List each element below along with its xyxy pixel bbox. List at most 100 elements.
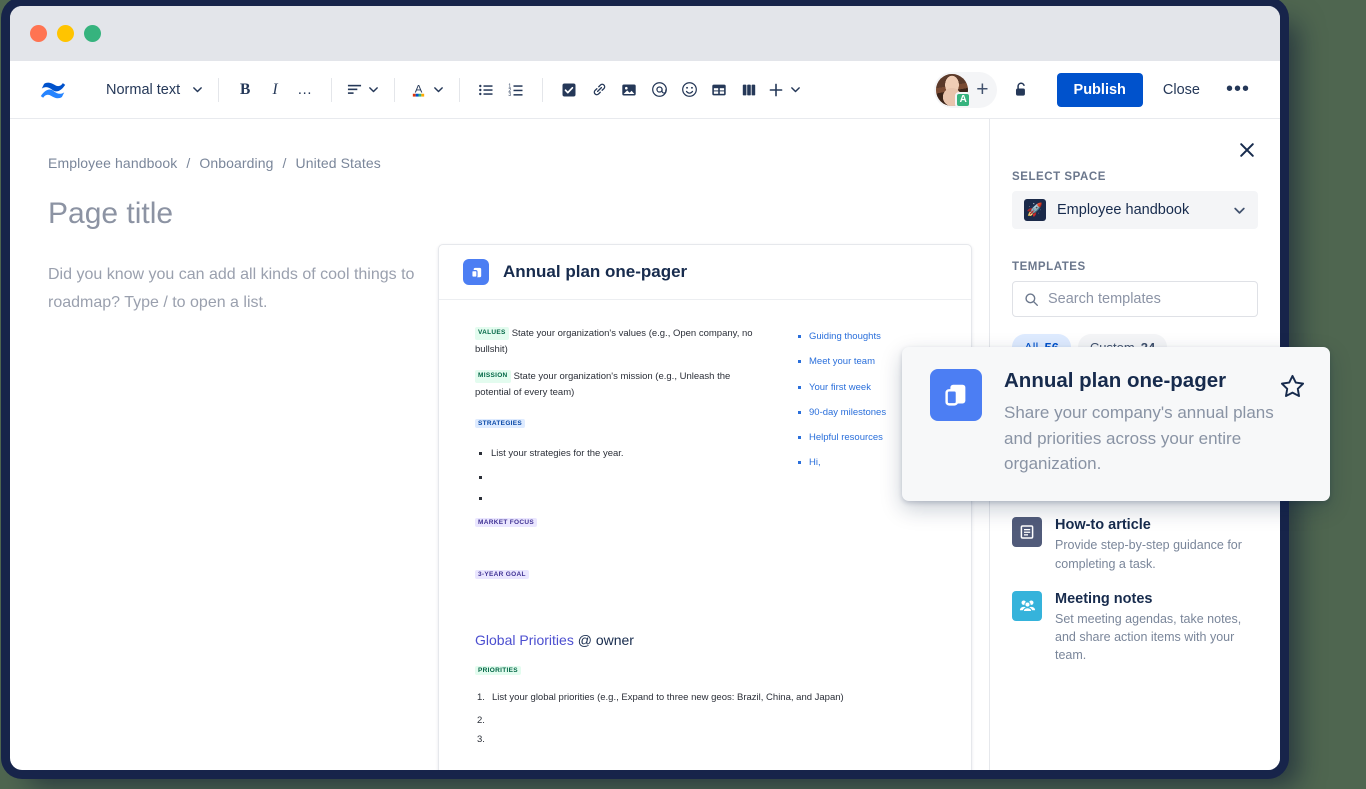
image-icon (621, 82, 637, 98)
italic-button[interactable]: I (260, 74, 290, 106)
template-item-how-to-article[interactable]: How-to article Provide step-by-step guid… (1012, 517, 1258, 572)
market-focus-lozenge: MARKET FOCUS (475, 518, 537, 527)
preview-global-priorities-heading: Global Priorities @ owner (475, 632, 943, 648)
more-formatting-button[interactable]: … (290, 74, 320, 106)
rocket-icon: 🚀 (1024, 199, 1046, 221)
template-description: Provide step-by-step guidance for comple… (1055, 536, 1258, 572)
preview-spacer (475, 584, 943, 632)
emoji-button[interactable] (674, 74, 704, 106)
layout-icon (741, 82, 757, 98)
task-list-button[interactable] (554, 74, 584, 106)
avatar[interactable]: A (936, 74, 968, 106)
template-name: How-to article (1055, 517, 1258, 533)
search-input[interactable] (1048, 291, 1246, 307)
space-select-dropdown[interactable]: 🚀 Employee handbook (1012, 191, 1258, 229)
page-title-input[interactable]: Page title (48, 197, 989, 231)
toolbar-divider (331, 78, 332, 102)
preview-mission-paragraph: MISSIONState your organization's mission… (475, 369, 767, 400)
bullet-list-icon (478, 82, 494, 98)
text-style-select[interactable]: Normal text (96, 74, 207, 106)
list-item: List your global priorities (e.g., Expan… (475, 691, 943, 705)
template-search-field[interactable] (1012, 281, 1258, 317)
toolbar-divider (542, 78, 543, 102)
template-item-meeting-notes[interactable]: Meeting notes Set meeting agendas, take … (1012, 591, 1258, 664)
image-button[interactable] (614, 74, 644, 106)
three-year-goal-lozenge: 3-YEAR GOAL (475, 570, 529, 579)
breadcrumb-item-onboarding[interactable]: Onboarding (199, 155, 273, 171)
list-item (475, 714, 943, 724)
close-icon (1238, 141, 1256, 159)
values-text: State your organization's values (e.g., … (475, 328, 753, 355)
plus-icon (768, 82, 784, 98)
bullet-list-button[interactable] (471, 74, 501, 106)
text-align-button[interactable] (343, 74, 383, 106)
list-item: List your strategies for the year. (475, 447, 767, 460)
global-priorities-title: Global Priorities (475, 632, 574, 648)
add-people-icon[interactable]: + (976, 79, 988, 100)
unlock-icon (1012, 80, 1031, 99)
window-minimize-button[interactable] (57, 25, 74, 42)
preview-values-paragraph: VALUESState your organization's values (… (475, 326, 767, 357)
chevron-down-icon (433, 84, 444, 95)
breadcrumb-item-space[interactable]: Employee handbook (48, 155, 177, 171)
preview-spacer (475, 532, 767, 566)
template-preview-body: VALUESState your organization's values (… (439, 300, 971, 770)
template-page-icon (930, 369, 982, 421)
text-color-button[interactable]: A (406, 74, 448, 106)
how-to-list-icon (1012, 517, 1042, 547)
link-icon (591, 81, 608, 98)
list-item (475, 492, 767, 502)
numbered-list-button[interactable]: 1 2 3 (501, 74, 531, 106)
close-panel-button[interactable] (1234, 137, 1260, 163)
emoji-icon (681, 81, 698, 98)
chevron-down-icon (1233, 204, 1246, 217)
layout-button[interactable] (734, 74, 764, 106)
priorities-lozenge: PRIORITIES (475, 666, 521, 675)
collaborators-add-people[interactable]: A + (934, 72, 996, 108)
close-editor-button[interactable]: Close (1149, 73, 1214, 107)
preview-spacer (475, 752, 943, 770)
svg-text:3: 3 (509, 92, 512, 98)
template-preview-title: Annual plan one-pager (503, 262, 687, 282)
task-list-icon (561, 82, 577, 98)
editor-toolbar: Normal text B I … A (10, 61, 1280, 119)
list-item: Guiding thoughts (797, 330, 943, 343)
strategies-lozenge: STRATEGIES (475, 419, 525, 428)
preview-global-priorities-list: List your global priorities (e.g., Expan… (475, 691, 943, 743)
window-titlebar (10, 6, 1280, 61)
bold-button[interactable]: B (230, 74, 260, 106)
meeting-people-icon (1012, 591, 1042, 621)
mention-button[interactable] (644, 74, 674, 106)
templates-label: TEMPLATES (1012, 261, 1258, 273)
table-icon (711, 82, 727, 98)
template-name: Meeting notes (1055, 591, 1258, 607)
restrictions-button[interactable] (1007, 74, 1037, 106)
table-button[interactable] (704, 74, 734, 106)
window-maximize-button[interactable] (84, 25, 101, 42)
toolbar-divider (218, 78, 219, 102)
chevron-down-icon (192, 84, 203, 95)
template-description: Set meeting agendas, take notes, and sha… (1055, 610, 1258, 664)
breadcrumb: Employee handbook / Onboarding / United … (48, 155, 989, 171)
link-button[interactable] (584, 74, 614, 106)
space-select-value: Employee handbook (1057, 202, 1222, 218)
publish-button[interactable]: Publish (1057, 73, 1143, 107)
favorite-star-button[interactable] (1279, 373, 1306, 405)
values-lozenge: VALUES (475, 327, 509, 340)
confluence-logo-icon[interactable] (36, 73, 70, 107)
insert-more-button[interactable] (764, 74, 805, 106)
breadcrumb-separator: / (283, 155, 287, 171)
preview-left-column: VALUESState your organization's values (… (475, 326, 767, 584)
svg-text:A: A (415, 83, 423, 95)
tooltip-title: Annual plan one-pager (1004, 369, 1306, 393)
breadcrumb-item-united-states[interactable]: United States (296, 155, 381, 171)
toolbar-divider (394, 78, 395, 102)
toolbar-overflow-button[interactable]: ••• (1214, 78, 1262, 101)
breadcrumb-separator: / (186, 155, 190, 171)
editor-content-area[interactable]: Employee handbook / Onboarding / United … (10, 119, 989, 770)
text-align-icon (347, 82, 362, 97)
window-close-button[interactable] (30, 25, 47, 42)
editor-placeholder-text[interactable]: Did you know you can add all kinds of co… (48, 261, 443, 316)
template-hover-tooltip: Annual plan one-pager Share your company… (902, 347, 1330, 501)
avatar-status-badge: A (955, 92, 971, 108)
